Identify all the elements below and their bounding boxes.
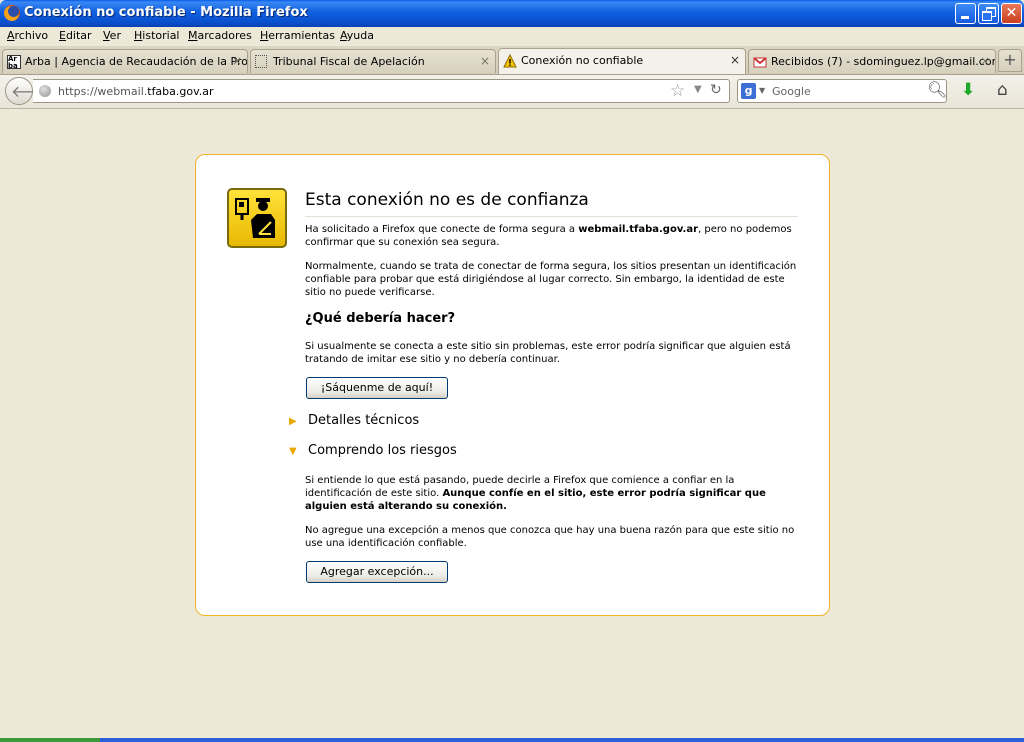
close-window-button[interactable]: ✕ xyxy=(1001,3,1022,24)
understand-risks-toggle[interactable]: Comprendo los riesgos xyxy=(308,443,457,458)
technical-details-toggle[interactable]: Detalles técnicos xyxy=(308,413,419,428)
minimize-button[interactable] xyxy=(955,3,976,24)
identity-officer-icon xyxy=(227,188,287,248)
url-bar[interactable]: https://webmail.tfaba.gov.ar ☆ ▼ ↻ xyxy=(33,79,730,103)
search-engine-dropdown-icon[interactable]: ▼ xyxy=(759,86,765,95)
what-to-do-heading: ¿Qué debería hacer? xyxy=(305,311,456,326)
tab-gmail[interactable]: Recibidos (7) - sdominguez.lp@gmail.com.… xyxy=(748,49,996,73)
url-text: https://webmail.tfaba.gov.ar xyxy=(58,85,214,98)
tab-arba[interactable]: Ar ba Arba | Agencia de Recaudación de la… xyxy=(2,49,248,73)
search-icon[interactable]: 🔍︎ xyxy=(927,80,947,99)
menu-marcadores[interactable]: Marcadores xyxy=(188,29,252,42)
tab-conexion[interactable]: Conexión no confiable × xyxy=(498,48,746,74)
navigation-bar: 🡐 https://webmail.tfaba.gov.ar ☆ ▼ ↻ g ▼… xyxy=(0,75,1024,109)
tab-strip: Ar ba Arba | Agencia de Recaudación de la… xyxy=(0,46,1024,75)
close-icon: ✕ xyxy=(1005,5,1018,21)
bookmark-star-icon[interactable]: ☆ xyxy=(670,81,685,101)
page-icon xyxy=(255,55,267,68)
firefox-icon[interactable] xyxy=(4,5,20,21)
menu-bar: Archivo Editar Ver Historial Marcadores … xyxy=(0,27,1024,46)
advice-paragraph: Si usualmente se conecta a este sitio si… xyxy=(305,341,791,365)
start-button[interactable] xyxy=(0,738,100,742)
page-content: Esta conexión no es de confianza Ha soli… xyxy=(0,109,1024,742)
menu-ver[interactable]: Ver xyxy=(103,29,121,42)
url-dropdown-icon[interactable]: ▼ xyxy=(694,84,702,95)
get-me-out-button[interactable]: ¡Sáquenme de aquí! xyxy=(306,377,448,399)
tab-close-icon[interactable]: × xyxy=(730,53,740,67)
home-icon[interactable]: ⌂ xyxy=(997,80,1008,100)
tab-close-icon[interactable]: × xyxy=(480,54,490,68)
gmail-icon xyxy=(753,57,767,68)
menu-herramientas[interactable]: Herramientas xyxy=(260,29,335,42)
collapse-arrow-icon[interactable]: ▼ xyxy=(289,446,297,457)
globe-icon xyxy=(39,85,51,97)
google-icon[interactable]: g xyxy=(741,83,756,99)
tab-close-icon[interactable]: × xyxy=(980,54,990,68)
menu-historial[interactable]: Historial xyxy=(134,29,180,42)
error-box: Esta conexión no es de confianza Ha soli… xyxy=(195,154,830,616)
intro-paragraph: Ha solicitado a Firefox que conecte de f… xyxy=(305,224,792,248)
search-input[interactable]: Google xyxy=(772,85,811,98)
window-title: Conexión no confiable - Mozilla Firefox xyxy=(24,5,308,20)
new-tab-button[interactable]: + xyxy=(998,49,1022,72)
tab-close-icon[interactable]: × xyxy=(232,54,242,68)
menu-archivo[interactable]: Archivo xyxy=(7,29,48,42)
download-icon[interactable]: ⬇ xyxy=(961,80,975,100)
explanation-paragraph: Normalmente, cuando se trata de conectar… xyxy=(305,261,797,298)
expand-arrow-icon[interactable]: ▶ xyxy=(289,416,297,427)
warning-icon xyxy=(503,54,517,68)
menu-ayuda[interactable]: Ayuda xyxy=(340,29,374,42)
taskbar xyxy=(0,738,1024,742)
arba-icon: Ar ba xyxy=(7,55,21,70)
menu-editar[interactable]: Editar xyxy=(59,29,92,42)
restore-button[interactable] xyxy=(978,3,999,24)
error-title: Esta conexión no es de confianza xyxy=(305,190,798,217)
add-exception-button[interactable]: Agregar excepción... xyxy=(306,561,448,583)
exception-warning-paragraph: No agregue una excepción a menos que con… xyxy=(305,525,795,549)
tab-tribunal[interactable]: Tribunal Fiscal de Apelación × xyxy=(250,49,496,73)
risks-paragraph: Si entiende lo que está pasando, puede d… xyxy=(305,475,766,512)
search-bar[interactable]: g ▼ Google 🔍︎ xyxy=(737,79,947,103)
title-bar[interactable]: Conexión no confiable - Mozilla Firefox … xyxy=(0,0,1024,27)
back-button[interactable]: 🡐 xyxy=(5,77,54,105)
reload-icon[interactable]: ↻ xyxy=(710,82,722,98)
